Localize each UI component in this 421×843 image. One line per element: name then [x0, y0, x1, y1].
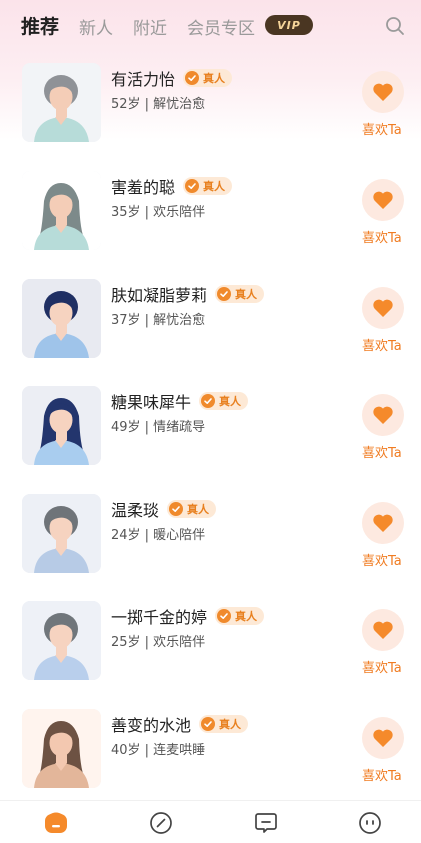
verified-badge: 真人 — [167, 500, 217, 518]
user-meta: 25岁 | 欢乐陪伴 — [111, 635, 206, 650]
verified-check-icon — [201, 717, 216, 731]
user-name: 肤如凝脂萝莉 — [111, 286, 208, 305]
user-name-row: 肤如凝脂萝莉 真人 — [111, 282, 265, 306]
verified-badge: 真人 — [199, 392, 249, 410]
like-label[interactable]: 喜欢Ta — [362, 335, 402, 354]
tab-members-zone[interactable]: 会员专区 — [187, 14, 255, 39]
avatar[interactable] — [22, 171, 101, 250]
verified-check-icon — [169, 502, 184, 516]
search-icon[interactable] — [384, 15, 406, 37]
user-card[interactable]: 肤如凝脂萝莉 真人 37岁 | 解忧治愈 喜欢Ta — [0, 279, 421, 379]
heart-icon — [373, 729, 393, 747]
verified-label: 真人 — [203, 180, 226, 193]
avatar[interactable] — [22, 709, 101, 788]
user-card[interactable]: 有活力怡 真人 52岁 | 解忧治愈 喜欢Ta — [0, 63, 421, 163]
like-button[interactable] — [362, 502, 404, 544]
tab-label-members-zone: 会员专区 — [187, 19, 255, 39]
verified-badge: 真人 — [183, 177, 233, 195]
avatar[interactable] — [22, 386, 101, 465]
user-card[interactable]: 善变的水池 真人 40岁 | 连麦哄睡 喜欢Ta — [0, 709, 421, 809]
user-meta: 40岁 | 连麦哄睡 — [111, 743, 206, 758]
like-label[interactable]: 喜欢Ta — [362, 550, 402, 569]
verified-badge: 真人 — [215, 285, 265, 303]
user-name: 糖果味犀牛 — [111, 393, 192, 412]
heart-icon — [373, 621, 393, 639]
tab-newcomers[interactable]: 新人 — [79, 14, 113, 39]
user-name: 善变的水池 — [111, 716, 192, 735]
user-name-row: 有活力怡 真人 — [111, 66, 233, 90]
avatar[interactable] — [22, 601, 101, 680]
compass-icon[interactable] — [149, 811, 173, 835]
verified-check-icon — [217, 287, 232, 301]
tab-nearby[interactable]: 附近 — [133, 14, 167, 39]
like-label[interactable]: 喜欢Ta — [362, 227, 402, 246]
user-card[interactable]: 一掷千金的婷 真人 25岁 | 欢乐陪伴 喜欢Ta — [0, 601, 421, 701]
heart-icon — [373, 406, 393, 424]
user-name: 有活力怡 — [111, 70, 176, 89]
heart-icon — [373, 191, 393, 209]
user-name-row: 糖果味犀牛 真人 — [111, 389, 249, 413]
verified-badge: 真人 — [183, 69, 233, 87]
user-name-row: 善变的水池 真人 — [111, 712, 249, 736]
avatar[interactable] — [22, 279, 101, 358]
vip-badge[interactable]: VIP — [265, 15, 313, 35]
home-icon[interactable] — [44, 811, 68, 835]
tab-label-nearby: 附近 — [133, 19, 167, 39]
user-meta: 24岁 | 暖心陪伴 — [111, 528, 206, 543]
top-tab-bar: 推荐 新人 附近 会员专区 VIP — [0, 0, 421, 52]
verified-label: 真人 — [219, 718, 242, 731]
tab-recommend[interactable]: 推荐 — [21, 12, 61, 42]
like-label[interactable]: 喜欢Ta — [362, 119, 402, 138]
heart-icon — [373, 514, 393, 532]
profile-icon[interactable] — [358, 811, 382, 835]
message-icon[interactable] — [254, 811, 278, 835]
user-name: 害羞的聪 — [111, 178, 176, 197]
like-button[interactable] — [362, 179, 404, 221]
user-card[interactable]: 温柔琰 真人 24岁 | 暖心陪伴 喜欢Ta — [0, 494, 421, 594]
user-name: 一掷千金的婷 — [111, 608, 208, 627]
verified-label: 真人 — [235, 288, 258, 301]
like-button[interactable] — [362, 394, 404, 436]
verified-label: 真人 — [187, 503, 210, 516]
user-name-row: 害羞的聪 真人 — [111, 174, 233, 198]
tab-label-newcomers: 新人 — [79, 19, 113, 39]
user-meta: 52岁 | 解忧治愈 — [111, 97, 206, 112]
tab-label-recommend: 推荐 — [21, 16, 60, 38]
avatar[interactable] — [22, 63, 101, 142]
user-name: 温柔琰 — [111, 501, 160, 520]
like-button[interactable] — [362, 71, 404, 113]
user-name-row: 一掷千金的婷 真人 — [111, 604, 265, 628]
user-meta: 37岁 | 解忧治愈 — [111, 313, 206, 328]
verified-label: 真人 — [203, 72, 226, 85]
verified-label: 真人 — [219, 395, 242, 408]
verified-badge: 真人 — [199, 715, 249, 733]
user-meta: 35岁 | 欢乐陪伴 — [111, 205, 206, 220]
verified-check-icon — [201, 394, 216, 408]
like-label[interactable]: 喜欢Ta — [362, 442, 402, 461]
verified-badge: 真人 — [215, 607, 265, 625]
heart-icon — [373, 83, 393, 101]
like-button[interactable] — [362, 609, 404, 651]
verified-check-icon — [185, 71, 200, 85]
user-name-row: 温柔琰 真人 — [111, 497, 217, 521]
like-button[interactable] — [362, 717, 404, 759]
avatar[interactable] — [22, 494, 101, 573]
verified-label: 真人 — [235, 610, 258, 623]
like-label[interactable]: 喜欢Ta — [362, 657, 402, 676]
like-label[interactable]: 喜欢Ta — [362, 765, 402, 784]
verified-check-icon — [185, 179, 200, 193]
bottom-navigation — [0, 800, 421, 843]
user-card[interactable]: 害羞的聪 真人 35岁 | 欢乐陪伴 喜欢Ta — [0, 171, 421, 271]
verified-check-icon — [217, 609, 232, 623]
user-card[interactable]: 糖果味犀牛 真人 49岁 | 情绪疏导 喜欢Ta — [0, 386, 421, 486]
like-button[interactable] — [362, 287, 404, 329]
heart-icon — [373, 299, 393, 317]
user-meta: 49岁 | 情绪疏导 — [111, 420, 206, 435]
